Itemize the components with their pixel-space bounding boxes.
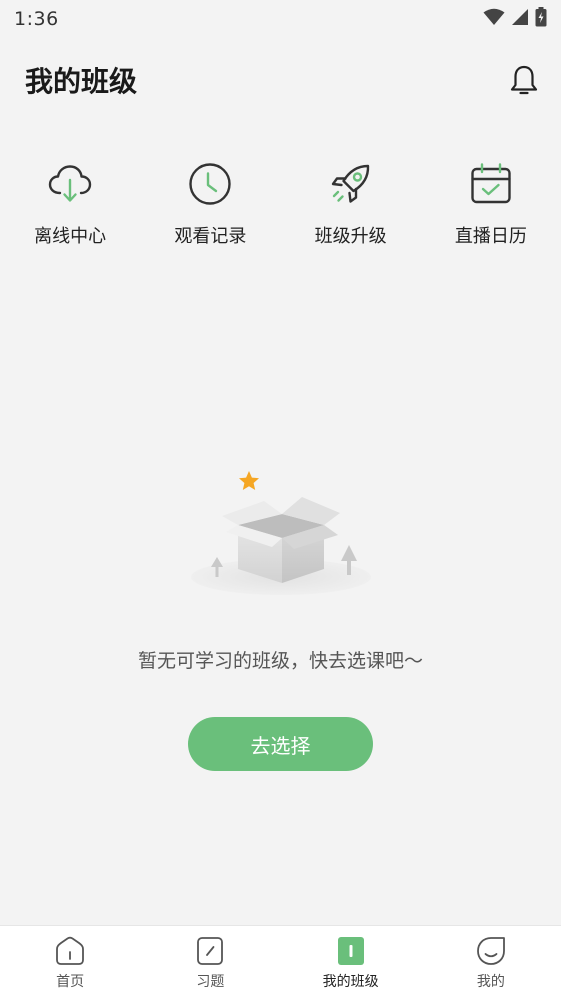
nav-label: 我的班级 bbox=[322, 974, 379, 990]
home-icon bbox=[54, 935, 86, 967]
quick-action-label: 离线中心 bbox=[34, 226, 107, 247]
screen: 1:36 我的班级 离线中心 观看记录 班级升级 直播日历 暂无可学习的班级，快… bbox=[0, 0, 561, 999]
quick-action-label: 观看记录 bbox=[174, 226, 247, 247]
calendar-check-icon bbox=[467, 160, 515, 208]
nav-item-me[interactable]: 我的 bbox=[421, 926, 561, 999]
wifi-icon bbox=[483, 8, 505, 30]
profile-icon bbox=[475, 935, 507, 967]
cloud-download-icon bbox=[46, 160, 94, 208]
class-icon bbox=[335, 935, 367, 967]
signal-icon bbox=[511, 8, 529, 30]
bell-icon[interactable] bbox=[507, 63, 541, 97]
nav-label: 首页 bbox=[56, 974, 85, 990]
nav-item-home[interactable]: 首页 bbox=[0, 926, 140, 999]
edit-icon bbox=[194, 935, 226, 967]
status-time: 1:36 bbox=[14, 8, 59, 30]
clock-icon bbox=[186, 160, 234, 208]
nav-item-my-class[interactable]: 我的班级 bbox=[281, 926, 421, 999]
nav-label: 习题 bbox=[196, 974, 225, 990]
choose-course-button[interactable]: 去选择 bbox=[188, 717, 373, 771]
quick-action-label: 班级升级 bbox=[314, 226, 387, 247]
rocket-icon bbox=[327, 160, 375, 208]
quick-action-label: 直播日历 bbox=[454, 226, 527, 247]
quick-action-class-upgrade[interactable]: 班级升级 bbox=[281, 160, 421, 260]
quick-action-watch-history[interactable]: 观看记录 bbox=[140, 160, 280, 260]
nav-item-exercises[interactable]: 习题 bbox=[140, 926, 280, 999]
quick-actions: 离线中心 观看记录 班级升级 直播日历 bbox=[0, 160, 561, 260]
status-bar: 1:36 bbox=[0, 0, 561, 38]
nav-label: 我的 bbox=[476, 974, 505, 990]
bottom-nav: 首页 习题 我的班级 我的 bbox=[0, 925, 561, 999]
page-title: 我的班级 bbox=[25, 65, 138, 98]
battery-charging-icon bbox=[535, 7, 547, 31]
quick-action-live-calendar[interactable]: 直播日历 bbox=[421, 160, 561, 260]
quick-action-offline-center[interactable]: 离线中心 bbox=[0, 160, 140, 260]
status-icons bbox=[483, 7, 547, 31]
header: 我的班级 bbox=[0, 52, 561, 108]
empty-state-message: 暂无可学习的班级，快去选课吧～ bbox=[137, 650, 423, 672]
empty-box-icon bbox=[186, 465, 376, 595]
